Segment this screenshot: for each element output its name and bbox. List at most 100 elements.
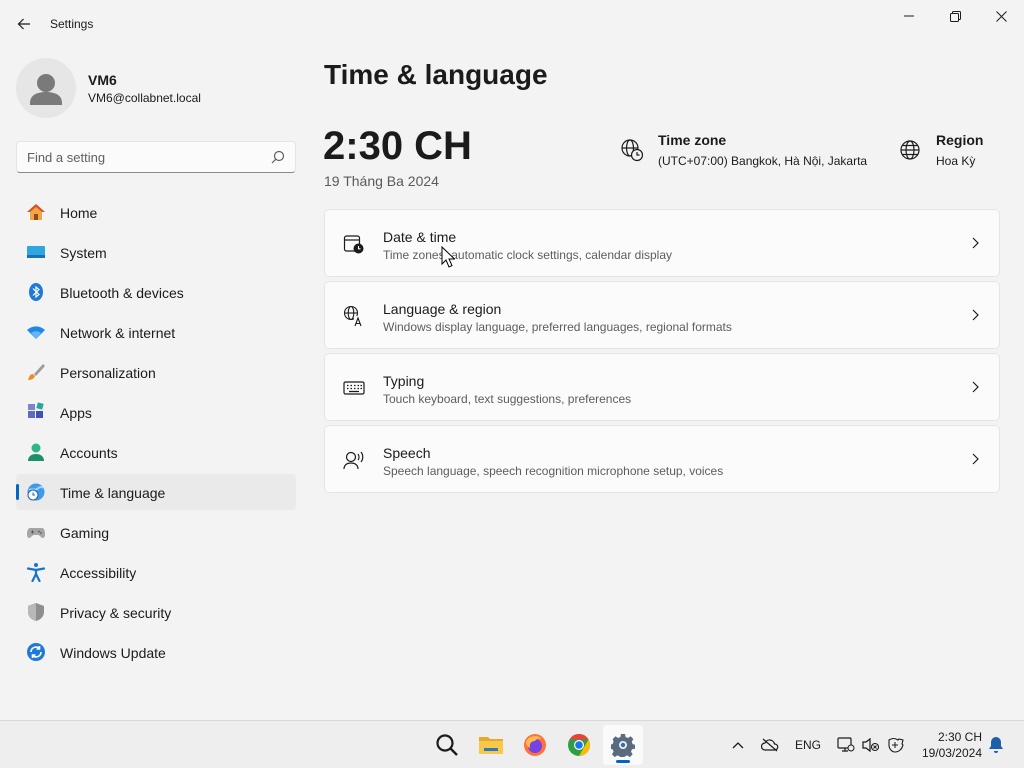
card-subtitle: Speech language, speech recognition micr… — [383, 464, 724, 478]
timezone-title: Time zone — [658, 132, 727, 148]
sidebar-item-label: Network & internet — [60, 325, 176, 341]
sidebar-item-system[interactable]: System — [16, 234, 296, 270]
energy-saver-icon — [888, 737, 904, 753]
timezone-value: (UTC+07:00) Bangkok, Hà Nội, Jakarta — [658, 154, 868, 168]
accessibility-icon — [26, 563, 46, 582]
maximize-button[interactable] — [932, 4, 978, 28]
sidebar-item-time-language[interactable]: Time & language — [16, 474, 296, 510]
user-email: VM6@collabnet.local — [88, 91, 201, 105]
close-icon — [995, 10, 1007, 22]
page-title: Time & language — [324, 59, 548, 90]
sidebar-item-privacy[interactable]: Privacy & security — [16, 594, 296, 630]
sidebar-item-gaming[interactable]: Gaming — [16, 514, 296, 550]
apps-icon — [28, 402, 44, 418]
search-icon[interactable] — [271, 150, 285, 164]
sidebar-item-label: Accounts — [60, 445, 118, 461]
keyboard-icon — [343, 381, 365, 395]
avatar[interactable] — [16, 58, 76, 118]
search-box[interactable] — [16, 141, 296, 173]
mouse-cursor-icon — [441, 246, 455, 268]
language-icon — [343, 305, 364, 327]
sidebar-item-network[interactable]: Network & internet — [16, 314, 296, 350]
chevron-right-icon — [972, 453, 979, 465]
sidebar-item-accounts[interactable]: Accounts — [16, 434, 296, 470]
user-avatar-icon — [30, 74, 62, 105]
speaker-muted-icon — [862, 737, 880, 753]
region-title: Region — [936, 132, 984, 148]
sidebar-item-bluetooth[interactable]: Bluetooth & devices — [16, 274, 296, 310]
tray-clock-date[interactable]: 19/03/2024 — [910, 746, 982, 760]
settings-gear-icon — [611, 734, 635, 757]
card-title: Date & time — [383, 229, 457, 245]
sidebar-item-accessibility[interactable]: Accessibility — [16, 554, 296, 590]
sidebar-item-personalization[interactable]: Personalization — [16, 354, 296, 390]
firefox-icon — [524, 734, 546, 756]
back-button[interactable] — [12, 12, 36, 36]
tray-battery-saver[interactable] — [885, 735, 905, 755]
sidebar-item-label: Personalization — [60, 365, 156, 381]
maximize-icon — [949, 10, 961, 22]
title-bar: Settings — [0, 0, 1024, 48]
time-language-icon — [27, 483, 45, 501]
chrome-icon — [568, 734, 590, 756]
card-language-region[interactable]: Language & region Windows display langua… — [324, 281, 1000, 349]
search-input[interactable] — [17, 142, 257, 172]
current-date: 19 Tháng Ba 2024 — [324, 173, 439, 189]
card-speech[interactable]: Speech Speech language, speech recogniti… — [324, 425, 1000, 493]
sidebar-item-label: Windows Update — [60, 645, 166, 661]
shield-icon — [28, 603, 44, 621]
taskbar-file-explorer[interactable] — [471, 725, 511, 765]
minimize-icon — [904, 15, 914, 17]
tray-network[interactable] — [836, 735, 856, 755]
user-name: VM6 — [88, 72, 117, 88]
file-explorer-icon — [479, 737, 503, 754]
tray-clock-time[interactable]: 2:30 CH — [910, 730, 982, 744]
calendar-clock-icon — [343, 235, 364, 254]
taskbar-chrome[interactable] — [559, 725, 599, 765]
sidebar-item-label: Bluetooth & devices — [60, 285, 184, 301]
speech-icon — [343, 451, 364, 470]
taskbar-firefox[interactable] — [515, 725, 555, 765]
sidebar-item-label: Time & language — [60, 485, 166, 501]
taskbar-search-button[interactable] — [427, 725, 467, 765]
card-subtitle: Windows display language, preferred lang… — [383, 320, 732, 334]
tray-volume[interactable] — [861, 735, 881, 755]
sidebar-item-windows-update[interactable]: Windows Update — [16, 634, 296, 670]
back-arrow-icon — [17, 18, 30, 30]
chevron-right-icon — [972, 309, 979, 321]
network-disconnected-icon — [837, 737, 855, 752]
card-title: Language & region — [383, 301, 502, 317]
sidebar-item-label: Privacy & security — [60, 605, 172, 621]
region-value: Hoa Kỳ — [936, 154, 976, 168]
search-icon — [436, 734, 458, 756]
card-title: Speech — [383, 445, 431, 461]
card-subtitle: Touch keyboard, text suggestions, prefer… — [383, 392, 632, 406]
sidebar-item-label: Home — [60, 205, 98, 221]
chevron-right-icon — [972, 237, 979, 249]
windows-update-icon — [27, 643, 45, 661]
paintbrush-icon — [28, 364, 45, 380]
timezone-info: Time zone (UTC+07:00) Bangkok, Hà Nội, J… — [620, 132, 870, 172]
bluetooth-icon — [29, 283, 43, 301]
show-hidden-icons-button[interactable] — [728, 735, 748, 755]
taskbar-settings[interactable] — [603, 725, 643, 765]
card-typing[interactable]: Typing Touch keyboard, text suggestions,… — [324, 353, 1000, 421]
sidebar-item-apps[interactable]: Apps — [16, 394, 296, 430]
current-time: 2:30 CH — [323, 124, 472, 168]
card-date-time[interactable]: Date & time Time zones, automatic clock … — [324, 209, 1000, 277]
minimize-button[interactable] — [886, 4, 932, 28]
app-title: Settings — [50, 17, 94, 31]
close-button[interactable] — [978, 4, 1024, 28]
notifications-button[interactable] — [986, 735, 1006, 755]
sidebar-item-home[interactable]: Home — [16, 194, 296, 230]
chevron-right-icon — [972, 381, 979, 393]
cloud-offline-icon — [761, 738, 779, 752]
running-indicator — [616, 760, 630, 763]
tray-onedrive[interactable] — [760, 735, 780, 755]
wifi-icon — [27, 326, 45, 339]
card-subtitle: Time zones, automatic clock settings, ca… — [383, 248, 673, 262]
tray-language[interactable]: ENG — [795, 738, 821, 752]
globe-clock-icon — [621, 139, 644, 162]
sidebar-nav: Home System Bluetooth & devices Network … — [16, 194, 296, 674]
selection-indicator — [16, 484, 19, 500]
